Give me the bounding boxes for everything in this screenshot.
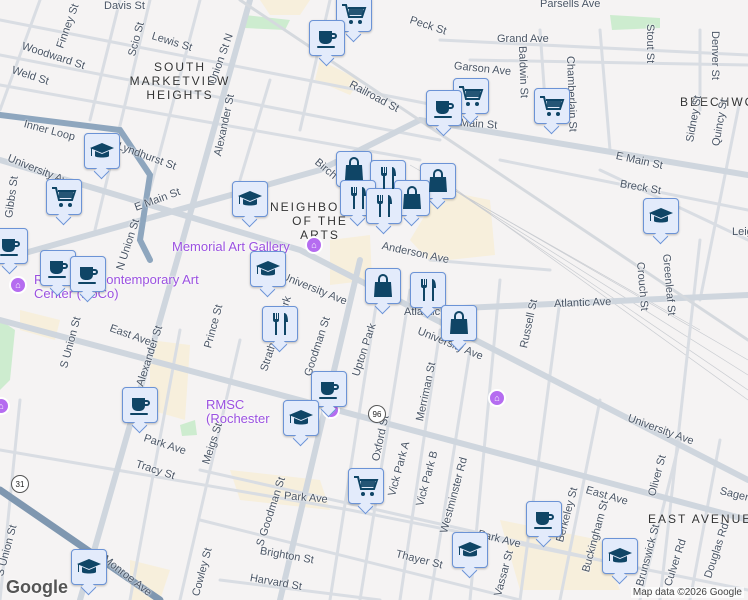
street-label: Atlantic Ave [553, 296, 612, 310]
shopping-bag-icon [428, 169, 448, 193]
cafe-marker[interactable] [426, 90, 462, 126]
museum-icon[interactable]: ⌂ [305, 236, 323, 254]
graduation-cap-icon [256, 261, 280, 276]
coffee-cup-icon [48, 261, 68, 278]
coffee-cup-icon [0, 239, 20, 256]
restaurant-marker[interactable] [366, 188, 402, 224]
shop-marker[interactable] [365, 268, 401, 304]
street-label: Davis St [104, 0, 145, 12]
street-label: Parsells Ave [540, 0, 601, 10]
grocery-marker[interactable] [534, 88, 570, 124]
cafe-marker[interactable] [70, 256, 106, 292]
cart-icon [51, 187, 76, 208]
cafe-marker[interactable] [40, 250, 76, 286]
grocery-marker[interactable] [453, 78, 489, 114]
fork-knife-icon [421, 279, 436, 301]
school-marker[interactable] [452, 532, 488, 568]
poi-rmsc[interactable]: RMSC (Rochester Museum & Science Center) [206, 398, 286, 426]
school-marker[interactable] [250, 251, 286, 287]
street-label: Baldwin St [516, 45, 530, 99]
cafe-marker[interactable] [309, 20, 345, 56]
street-label: Leigh [732, 226, 748, 238]
fork-knife-icon [273, 313, 288, 335]
coffee-cup-icon [317, 31, 337, 48]
shop-marker[interactable] [394, 180, 430, 216]
shop-marker[interactable] [441, 305, 477, 341]
cafe-marker[interactable] [122, 387, 158, 423]
grocery-marker[interactable] [46, 179, 82, 215]
cafe-marker[interactable] [526, 501, 562, 537]
school-marker[interactable] [602, 538, 638, 574]
route-shield-31: 31 [11, 475, 29, 493]
map-data-credit[interactable]: Map data ©2026 Google [630, 587, 744, 598]
fork-knife-icon [377, 195, 392, 217]
cart-icon [539, 96, 564, 117]
shopping-bag-icon [373, 274, 393, 298]
museum-icon[interactable]: ⌂ [9, 276, 27, 294]
cafe-marker[interactable] [311, 371, 347, 407]
restaurant-marker[interactable] [262, 306, 298, 342]
school-marker[interactable] [232, 181, 268, 217]
graduation-cap-icon [289, 410, 313, 425]
graduation-cap-icon [90, 143, 114, 158]
coffee-cup-icon [319, 382, 339, 399]
shopping-bag-icon [449, 311, 469, 335]
school-marker[interactable] [71, 549, 107, 585]
coffee-cup-icon [78, 267, 98, 284]
graduation-cap-icon [77, 559, 101, 574]
coffee-cup-icon [434, 101, 454, 118]
cart-icon [353, 476, 378, 497]
fork-knife-icon [351, 187, 366, 209]
school-marker[interactable] [283, 400, 319, 436]
street-label: Stout St [644, 24, 656, 64]
restaurant-marker[interactable] [410, 272, 446, 308]
shopping-bag-icon [344, 157, 364, 181]
graduation-cap-icon [238, 191, 262, 206]
cart-icon [458, 86, 483, 107]
route-shield-96: 96 [368, 405, 386, 423]
graduation-cap-icon [649, 208, 673, 223]
cafe-marker[interactable] [0, 228, 28, 264]
grocery-marker[interactable] [336, 0, 372, 32]
coffee-cup-icon [534, 512, 554, 529]
shop-marker[interactable] [336, 151, 372, 187]
school-marker[interactable] [643, 198, 679, 234]
street-label: Denver St [709, 31, 721, 80]
google-logo: Google [6, 577, 68, 597]
graduation-cap-icon [458, 542, 482, 557]
graduation-cap-icon [608, 548, 632, 563]
street-label: Grand Ave [497, 33, 549, 45]
grocery-marker[interactable] [348, 468, 384, 504]
coffee-cup-icon [130, 398, 150, 415]
shopping-bag-icon [402, 186, 422, 210]
cart-icon [341, 4, 366, 25]
neighborhood-east-avenue: EAST AVENUE [648, 512, 748, 526]
school-marker[interactable] [84, 133, 120, 169]
museum-icon[interactable]: ⌂ [488, 389, 506, 407]
